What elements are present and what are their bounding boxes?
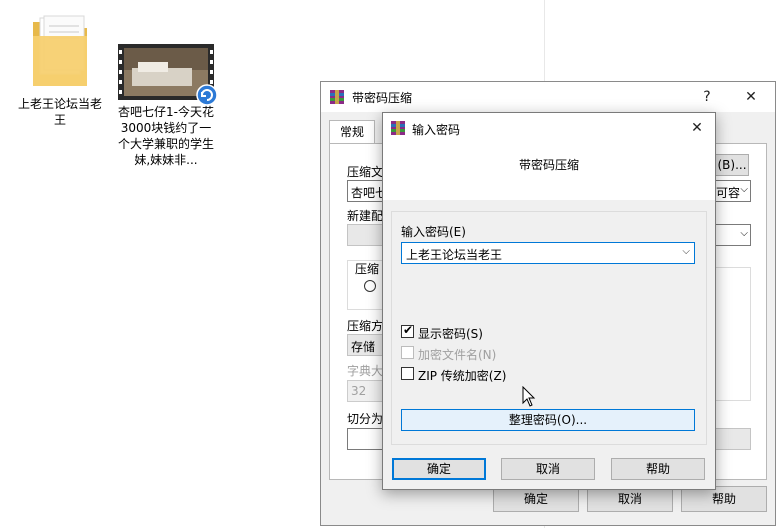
format-label: 压缩 (355, 262, 380, 276)
sync-badge-icon (196, 84, 218, 106)
password-label: 输入密码(E) (401, 225, 466, 239)
new-profile-label: 新建配 (347, 209, 384, 223)
dialog-header-text: 带密码压缩 (518, 158, 579, 172)
checkbox-box[interactable] (401, 346, 414, 359)
update-mode-select[interactable]: 可容 ⌵ (715, 180, 751, 202)
options-group (715, 267, 751, 401)
dict-size-label: 字典大 (347, 364, 384, 378)
dialog-titlebar: 输入密码 ✕ (383, 113, 715, 144)
show-password-label: 显示密码(S) (418, 327, 483, 341)
dialog-help-button[interactable]: 帮助 (611, 458, 705, 480)
desktop-video-label: 杏吧七仔1-今天花3000块钱约了一个大学兼职的学生妹,妹妹非... (118, 105, 215, 167)
folder-icon (29, 14, 91, 90)
desktop-folder-label: 上老王论坛当老王 (17, 97, 102, 127)
chevron-down-icon[interactable]: ⌵ (682, 246, 690, 257)
winrar-icon (391, 121, 405, 135)
browse-button[interactable]: (B)... (715, 154, 749, 176)
dialog-close-button[interactable]: ✕ (677, 113, 717, 144)
zip-legacy-encryption-label: ZIP 传统加密(Z) (418, 369, 507, 383)
checkbox-box[interactable]: ✔ (401, 323, 414, 338)
winrar-icon (330, 90, 344, 104)
archive-name-label: 压缩文 (347, 165, 384, 179)
update-mode-value: 可容 (716, 186, 741, 200)
dict-size-value: 32 (351, 384, 367, 398)
outer-window-title: 带密码压缩 (352, 91, 413, 105)
dialog-header: 带密码压缩 (383, 144, 715, 200)
chevron-down-icon: ⌵ (740, 228, 748, 239)
profile-dropdown[interactable]: ⌵ (715, 224, 751, 246)
chevron-down-icon: ⌵ (740, 184, 748, 195)
dialog-title: 输入密码 (412, 123, 461, 137)
split-unit-select[interactable] (715, 428, 751, 450)
desktop-folder[interactable]: 上老王论坛当老王 (15, 14, 105, 128)
tab-general[interactable]: 常规 (329, 120, 375, 144)
encrypt-filenames-label: 加密文件名(N) (418, 348, 497, 362)
video-thumbnail-icon (118, 44, 218, 106)
method-label: 压缩方 (347, 319, 384, 333)
organize-passwords-button[interactable]: 整理密码(O)... (401, 409, 695, 431)
mouse-cursor-icon (522, 386, 536, 407)
dialog-cancel-button[interactable]: 取消 (501, 458, 595, 480)
checkbox-box[interactable] (401, 367, 414, 380)
desktop-video[interactable]: 杏吧七仔1-今天花3000块钱约了一个大学兼职的学生妹,妹妹非... (118, 44, 218, 168)
help-title-button[interactable]: ? (687, 82, 727, 112)
password-input[interactable]: 上老王论坛当老王 ⌵ (401, 242, 695, 264)
dialog-ok-button[interactable]: 确定 (392, 458, 486, 480)
password-value: 上老王论坛当老王 (406, 248, 503, 262)
outer-close-button[interactable]: ✕ (731, 82, 771, 112)
checkmark-icon: ✔ (403, 323, 414, 337)
password-dialog: 输入密码 ✕ 带密码压缩 输入密码(E) 上老王论坛当老王 ⌵ ✔ 显示密码(S… (382, 112, 716, 490)
method-value: 存储 (351, 340, 376, 354)
outer-titlebar: 带密码压缩 ? ✕ (321, 82, 775, 112)
format-radio[interactable] (364, 280, 376, 292)
split-label: 切分为 (347, 412, 384, 426)
